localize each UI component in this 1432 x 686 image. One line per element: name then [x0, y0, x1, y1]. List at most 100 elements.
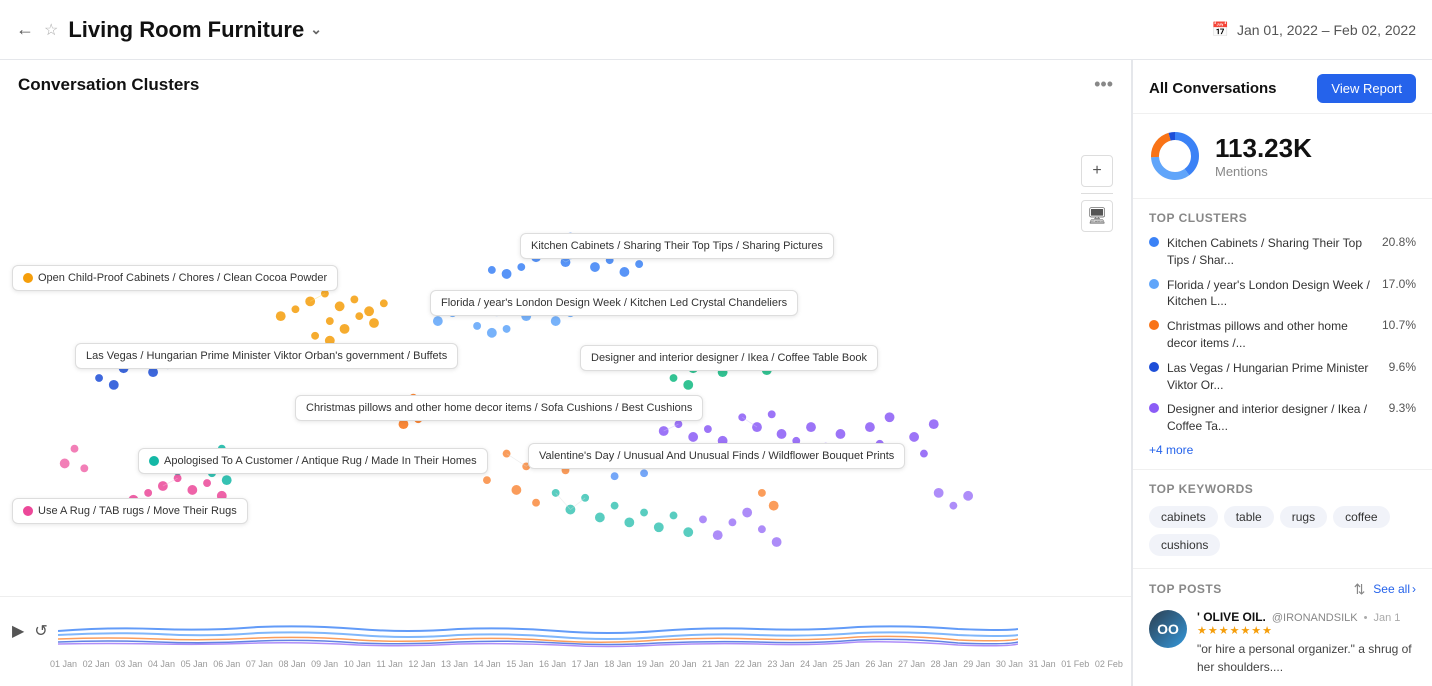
cluster-item: Florida / year's London Design Week / Ki…: [1149, 277, 1416, 311]
date-label: 08 Jan: [278, 659, 305, 669]
cluster-pct: 20.8%: [1382, 235, 1416, 249]
cluster-color-dot: [1149, 403, 1159, 413]
cluster-item: Christmas pillows and other home decor i…: [1149, 318, 1416, 352]
keywords-section: Top Keywords cabinets table rugs coffee …: [1133, 470, 1432, 569]
date-label: 03 Jan: [115, 659, 142, 669]
date-label: 13 Jan: [441, 659, 468, 669]
date-range: Jan 01, 2022 – Feb 02, 2022: [1237, 22, 1416, 38]
mentions-count: 113.23K: [1215, 133, 1312, 164]
stats-section: 113.23K Mentions: [1133, 114, 1432, 199]
dashboard-title-button[interactable]: Living Room Furniture ⌄: [68, 17, 322, 43]
header-left: ← ☆ Living Room Furniture ⌄: [16, 17, 322, 43]
header-right: 📅 Jan 01, 2022 – Feb 02, 2022: [1212, 21, 1416, 38]
panel-title: Conversation Clusters: [18, 75, 199, 95]
more-clusters-link[interactable]: +4 more: [1149, 443, 1416, 457]
keyword-tag[interactable]: coffee: [1333, 506, 1389, 528]
main-content: Conversation Clusters •••: [0, 60, 1432, 686]
timeline-area: ▶ ↺ 01 Jan 02 Jan 03 Jan 04 Jan 05 Jan 0…: [0, 596, 1131, 686]
view-report-button[interactable]: View Report: [1317, 74, 1416, 103]
posts-header: Top Posts ⇅ See all ›: [1149, 581, 1416, 598]
date-label: 27 Jan: [898, 659, 925, 669]
app-header: ← ☆ Living Room Furniture ⌄ 📅 Jan 01, 20…: [0, 0, 1432, 60]
date-label: 06 Jan: [213, 659, 240, 669]
cluster-color-dot: [1149, 237, 1159, 247]
timeline-dates: 01 Jan 02 Jan 03 Jan 04 Jan 05 Jan 06 Ja…: [0, 659, 1131, 669]
keyword-tag[interactable]: table: [1224, 506, 1274, 528]
cluster-list: Kitchen Cabinets / Sharing Their Top Tip…: [1149, 235, 1416, 435]
keyword-tag[interactable]: cabinets: [1149, 506, 1218, 528]
left-panel: Conversation Clusters •••: [0, 60, 1132, 686]
calendar-icon: 📅: [1212, 21, 1229, 38]
date-label: 22 Jan: [735, 659, 762, 669]
top-clusters-label: Top Clusters: [1149, 211, 1416, 225]
replay-button[interactable]: ↺: [34, 621, 47, 641]
avatar: OO: [1149, 610, 1187, 648]
keyword-tag[interactable]: cushions: [1149, 534, 1220, 556]
post-meta: ' OLIVE OIL. @IRONANDSILK • Jan 1: [1197, 610, 1416, 624]
date-label: 05 Jan: [181, 659, 208, 669]
date-label: 26 Jan: [865, 659, 892, 669]
date-label: 18 Jan: [604, 659, 631, 669]
post-item: OO ' OLIVE OIL. @IRONANDSILK • Jan 1 ★★★…: [1149, 610, 1416, 676]
viz-controls: + 🖥: [1081, 155, 1113, 232]
see-all-link[interactable]: See all ›: [1373, 582, 1416, 596]
cluster-chart: [0, 105, 1131, 596]
zoom-in-button[interactable]: +: [1081, 155, 1113, 187]
cluster-name: Christmas pillows and other home decor i…: [1167, 318, 1374, 352]
cluster-pct: 17.0%: [1382, 277, 1416, 291]
cluster-name: Designer and interior designer / Ikea / …: [1167, 401, 1381, 435]
back-button[interactable]: ←: [16, 19, 34, 40]
date-label: 29 Jan: [963, 659, 990, 669]
stats-text: 113.23K Mentions: [1215, 133, 1312, 179]
date-label: 16 Jan: [539, 659, 566, 669]
top-posts-section: Top Posts ⇅ See all › OO ' OLIVE OIL. @I…: [1133, 569, 1432, 686]
panel-actions: •••: [1094, 74, 1113, 95]
posts-label: Top Posts: [1149, 582, 1222, 596]
timeline-controls: ▶ ↺: [0, 603, 1131, 659]
cluster-color-dot: [1149, 362, 1159, 372]
post-date: Jan 1: [1373, 612, 1400, 624]
keyword-tag[interactable]: rugs: [1280, 506, 1327, 528]
favorite-button[interactable]: ☆: [44, 20, 58, 40]
date-label: 02 Jan: [83, 659, 110, 669]
date-label: 28 Jan: [931, 659, 958, 669]
right-panel: All Conversations View Report 113.23K Me…: [1132, 60, 1432, 686]
date-label: 02 Feb: [1095, 659, 1123, 669]
all-conversations-title: All Conversations: [1149, 80, 1277, 97]
date-label: 07 Jan: [246, 659, 273, 669]
cluster-name: Florida / year's London Design Week / Ki…: [1167, 277, 1374, 311]
cluster-color-dot: [1149, 320, 1159, 330]
cluster-item: Kitchen Cabinets / Sharing Their Top Tip…: [1149, 235, 1416, 269]
cluster-pct: 9.3%: [1389, 401, 1416, 415]
divider: [1081, 193, 1113, 194]
sort-icon[interactable]: ⇅: [1354, 581, 1366, 598]
cluster-color-dot: [1149, 279, 1159, 289]
panel-header: Conversation Clusters •••: [0, 60, 1131, 105]
post-handle: @IRONANDSILK: [1272, 612, 1358, 624]
date-label: 17 Jan: [572, 659, 599, 669]
date-label: 30 Jan: [996, 659, 1023, 669]
date-label: 09 Jan: [311, 659, 338, 669]
timeline-chart: [58, 607, 1018, 655]
cluster-item: Designer and interior designer / Ikea / …: [1149, 401, 1416, 435]
date-label: 31 Jan: [1029, 659, 1056, 669]
post-author: ' OLIVE OIL.: [1197, 610, 1266, 624]
post-text: "or hire a personal organizer." a shrug …: [1197, 640, 1416, 676]
cluster-pct: 10.7%: [1382, 318, 1416, 332]
date-label: 14 Jan: [474, 659, 501, 669]
monitor-button[interactable]: 🖥: [1081, 200, 1113, 232]
date-label: 24 Jan: [800, 659, 827, 669]
cluster-pct: 9.6%: [1389, 360, 1416, 374]
visualization-area: Kitchen Cabinets / Sharing Their Top Tip…: [0, 105, 1131, 596]
play-button[interactable]: ▶: [12, 621, 24, 641]
post-rating: ★★★★★★★: [1197, 624, 1416, 637]
more-options-button[interactable]: •••: [1094, 74, 1113, 95]
keyword-tags: cabinets table rugs coffee cushions: [1149, 506, 1416, 556]
cluster-name: Las Vegas / Hungarian Prime Minister Vik…: [1167, 360, 1381, 394]
right-panel-header: All Conversations View Report: [1133, 60, 1432, 114]
date-label: 10 Jan: [344, 659, 371, 669]
date-label: 15 Jan: [506, 659, 533, 669]
cluster-item: Las Vegas / Hungarian Prime Minister Vik…: [1149, 360, 1416, 394]
dashboard-title: Living Room Furniture: [68, 17, 304, 43]
date-label: 11 Jan: [376, 659, 402, 669]
